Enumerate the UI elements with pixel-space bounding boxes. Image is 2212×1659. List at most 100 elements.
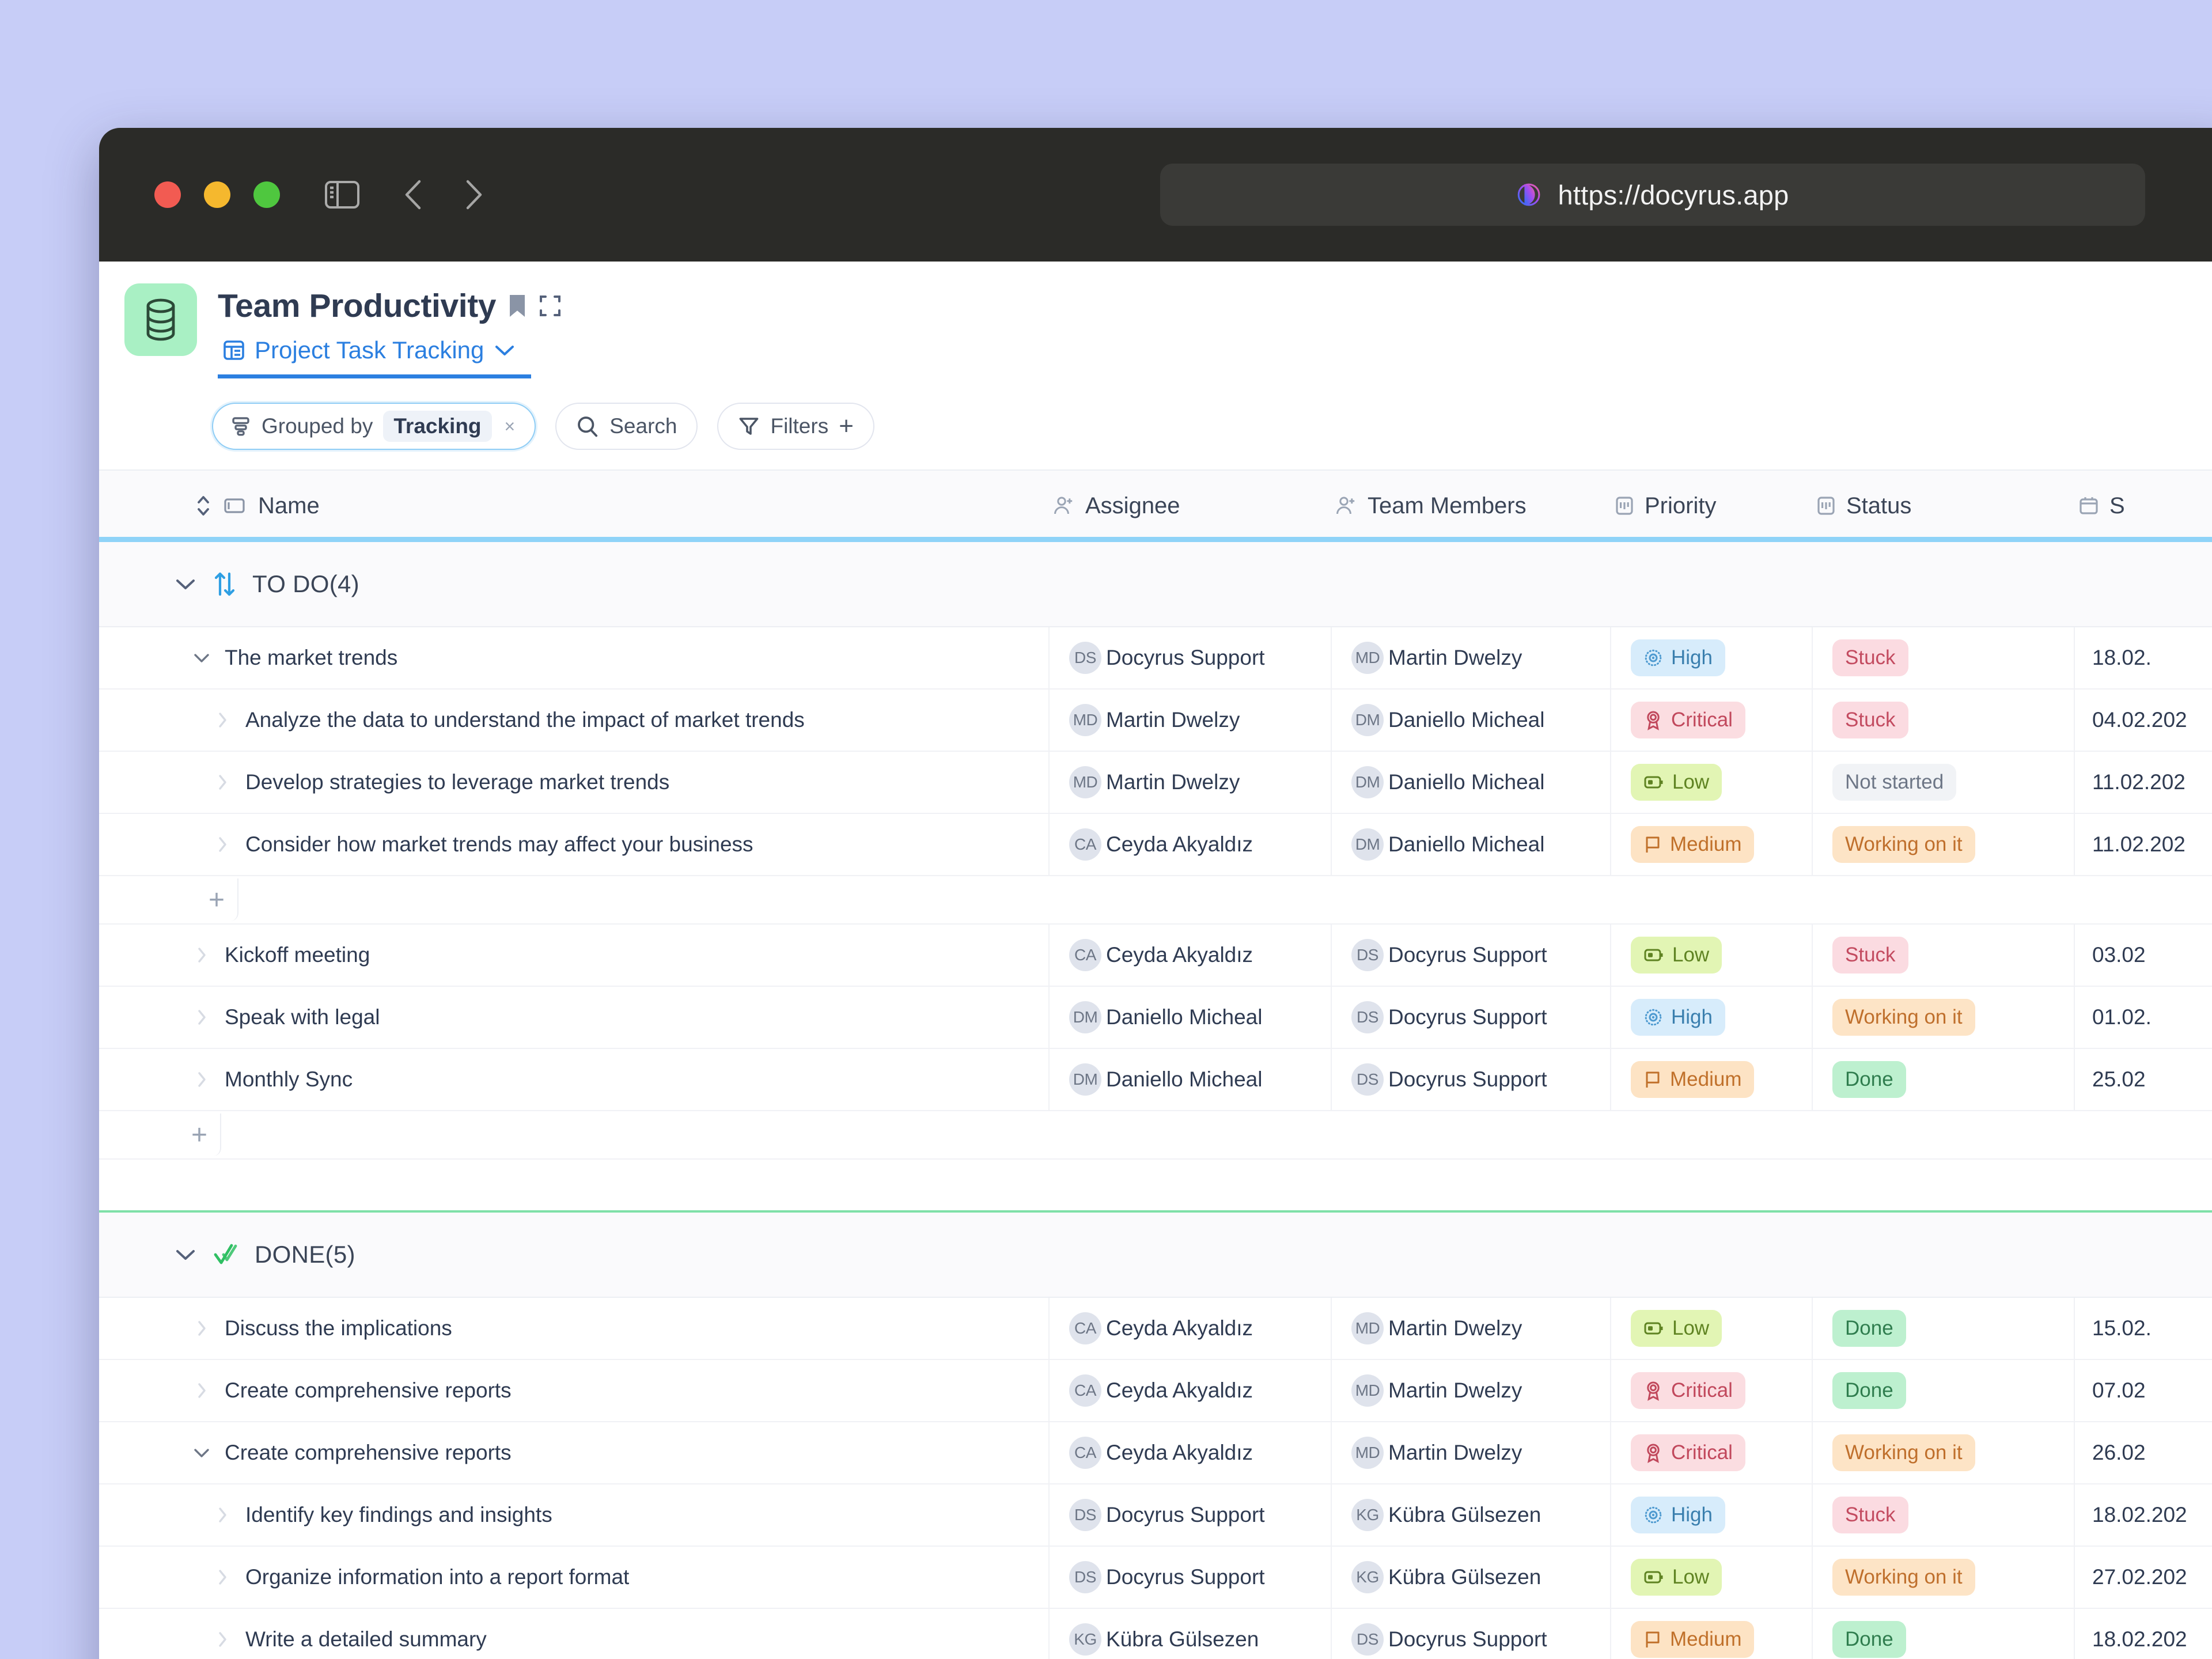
- cell-team-members[interactable]: DS Docyrus Support: [1332, 987, 1611, 1048]
- cell-status[interactable]: Not started: [1813, 752, 2075, 813]
- cell-status[interactable]: Done: [1813, 1609, 2075, 1659]
- priority-badge[interactable]: High: [1631, 1497, 1725, 1533]
- row-expand-icon[interactable]: [191, 945, 212, 965]
- cell-assignee[interactable]: CA Ceyda Akyaldız: [1050, 1422, 1332, 1483]
- priority-badge[interactable]: Low: [1631, 1559, 1722, 1596]
- row-collapse-icon[interactable]: [191, 652, 212, 664]
- cell-assignee[interactable]: KG Kübra Gülsezen: [1050, 1609, 1332, 1659]
- expand-icon[interactable]: [539, 294, 562, 317]
- tab-project-task-tracking[interactable]: Project Task Tracking: [218, 336, 532, 378]
- cell-team-members[interactable]: DM Daniello Micheal: [1332, 752, 1611, 813]
- column-header-start-date[interactable]: S: [2075, 471, 2212, 537]
- sidebar-toggle-icon[interactable]: [324, 179, 361, 211]
- cell-team-members[interactable]: MD Martin Dwelzy: [1332, 627, 1611, 688]
- cell-status[interactable]: Stuck: [1813, 1484, 2075, 1546]
- cell-name[interactable]: Speak with legal: [99, 987, 1050, 1048]
- cell-start-date[interactable]: 18.02.202: [2075, 1609, 2212, 1659]
- column-header-name[interactable]: Name: [99, 471, 1050, 537]
- cell-name[interactable]: Analyze the data to understand the impac…: [99, 690, 1050, 751]
- cell-name[interactable]: Consider how market trends may affect yo…: [99, 814, 1050, 875]
- priority-badge[interactable]: High: [1631, 999, 1725, 1036]
- priority-badge[interactable]: Medium: [1631, 1621, 1755, 1658]
- filters-button[interactable]: Filters +: [717, 403, 874, 450]
- add-row[interactable]: +: [99, 876, 2212, 925]
- column-header-assignee[interactable]: Assignee: [1050, 471, 1332, 537]
- group-header-todo[interactable]: TO DO(4): [99, 540, 2212, 627]
- status-badge[interactable]: Done: [1832, 1621, 1906, 1658]
- table-row[interactable]: Monthly Sync DM Daniello Micheal DS Docyrus …: [99, 1049, 2212, 1111]
- priority-badge[interactable]: Low: [1631, 764, 1722, 801]
- maximize-window-button[interactable]: [253, 181, 280, 208]
- cell-status[interactable]: Stuck: [1813, 925, 2075, 986]
- chevron-down-icon[interactable]: [493, 343, 516, 357]
- cell-start-date[interactable]: 18.02.: [2075, 627, 2212, 688]
- cell-name[interactable]: Identify key findings and insights: [99, 1484, 1050, 1546]
- cell-priority[interactable]: High: [1611, 987, 1813, 1048]
- table-row[interactable]: Discuss the implications CA Ceyda Akyaldız…: [99, 1298, 2212, 1360]
- table-row[interactable]: Speak with legal DM Daniello Micheal DS Docy…: [99, 987, 2212, 1049]
- add-record-button[interactable]: +: [196, 878, 238, 921]
- column-header-priority[interactable]: Priority: [1611, 471, 1813, 537]
- table-row[interactable]: Consider how market trends may affect yo…: [99, 814, 2212, 876]
- cell-priority[interactable]: High: [1611, 627, 1813, 688]
- status-badge[interactable]: Working on it: [1832, 1559, 1975, 1596]
- priority-badge[interactable]: Critical: [1631, 702, 1745, 738]
- cell-assignee[interactable]: DS Docyrus Support: [1050, 1547, 1332, 1608]
- cell-status[interactable]: Working on it: [1813, 1547, 2075, 1608]
- cell-name[interactable]: The market trends: [99, 627, 1050, 688]
- priority-badge[interactable]: Medium: [1631, 1061, 1755, 1098]
- table-row[interactable]: Organize information into a report forma…: [99, 1547, 2212, 1609]
- cell-status[interactable]: Done: [1813, 1049, 2075, 1110]
- row-expand-icon[interactable]: [191, 1007, 212, 1027]
- cell-priority[interactable]: Low: [1611, 925, 1813, 986]
- cell-priority[interactable]: Critical: [1611, 690, 1813, 751]
- status-badge[interactable]: Stuck: [1832, 702, 1908, 738]
- grouped-by-value[interactable]: Tracking: [383, 411, 492, 442]
- row-expand-icon[interactable]: [212, 710, 233, 730]
- table-row[interactable]: The market trends DS Docyrus Support MD Mart…: [99, 627, 2212, 690]
- cell-start-date[interactable]: 15.02.: [2075, 1298, 2212, 1359]
- cell-assignee[interactable]: DM Daniello Micheal: [1050, 987, 1332, 1048]
- status-badge[interactable]: Done: [1832, 1372, 1906, 1409]
- cell-name[interactable]: Discuss the implications: [99, 1298, 1050, 1359]
- cell-assignee[interactable]: MD Martin Dwelzy: [1050, 752, 1332, 813]
- cell-assignee[interactable]: CA Ceyda Akyaldız: [1050, 814, 1332, 875]
- table-row[interactable]: Identify key findings and insights DS Docy…: [99, 1484, 2212, 1547]
- cell-team-members[interactable]: MD Martin Dwelzy: [1332, 1298, 1611, 1359]
- cell-team-members[interactable]: DS Docyrus Support: [1332, 1049, 1611, 1110]
- status-badge[interactable]: Stuck: [1832, 937, 1908, 974]
- cell-name[interactable]: Organize information into a report forma…: [99, 1547, 1050, 1608]
- address-bar[interactable]: https://docyrus.app: [1160, 164, 2145, 226]
- add-filter-icon[interactable]: +: [839, 413, 854, 439]
- cell-team-members[interactable]: KG Kübra Gülsezen: [1332, 1547, 1611, 1608]
- cell-assignee[interactable]: CA Ceyda Akyaldız: [1050, 1298, 1332, 1359]
- priority-badge[interactable]: Critical: [1631, 1372, 1745, 1409]
- row-collapse-icon[interactable]: [191, 1447, 212, 1459]
- cell-priority[interactable]: Low: [1611, 1547, 1813, 1608]
- cell-priority[interactable]: Low: [1611, 752, 1813, 813]
- priority-badge[interactable]: Critical: [1631, 1434, 1745, 1471]
- row-expand-icon[interactable]: [212, 772, 233, 792]
- priority-badge[interactable]: High: [1631, 639, 1725, 676]
- cell-status[interactable]: Done: [1813, 1360, 2075, 1421]
- cell-team-members[interactable]: MD Martin Dwelzy: [1332, 1360, 1611, 1421]
- status-badge[interactable]: Done: [1832, 1310, 1906, 1347]
- forward-icon[interactable]: [461, 177, 486, 213]
- search-button[interactable]: Search: [555, 403, 698, 450]
- cell-assignee[interactable]: MD Martin Dwelzy: [1050, 690, 1332, 751]
- table-row[interactable]: Kickoff meeting CA Ceyda Akyaldız DS Docyrus…: [99, 925, 2212, 987]
- cell-start-date[interactable]: 04.02.202: [2075, 690, 2212, 751]
- cell-start-date[interactable]: 25.02: [2075, 1049, 2212, 1110]
- cell-team-members[interactable]: DM Daniello Micheal: [1332, 690, 1611, 751]
- cell-start-date[interactable]: 27.02.202: [2075, 1547, 2212, 1608]
- column-header-status[interactable]: Status: [1813, 471, 2075, 537]
- row-expand-icon[interactable]: [212, 1567, 233, 1587]
- cell-start-date[interactable]: 26.02: [2075, 1422, 2212, 1483]
- cell-status[interactable]: Working on it: [1813, 987, 2075, 1048]
- status-badge[interactable]: Not started: [1832, 764, 1957, 801]
- cell-team-members[interactable]: KG Kübra Gülsezen: [1332, 1484, 1611, 1546]
- table-row[interactable]: Develop strategies to leverage market tr…: [99, 752, 2212, 814]
- status-badge[interactable]: Stuck: [1832, 639, 1908, 676]
- cell-status[interactable]: Working on it: [1813, 814, 2075, 875]
- cell-priority[interactable]: Critical: [1611, 1422, 1813, 1483]
